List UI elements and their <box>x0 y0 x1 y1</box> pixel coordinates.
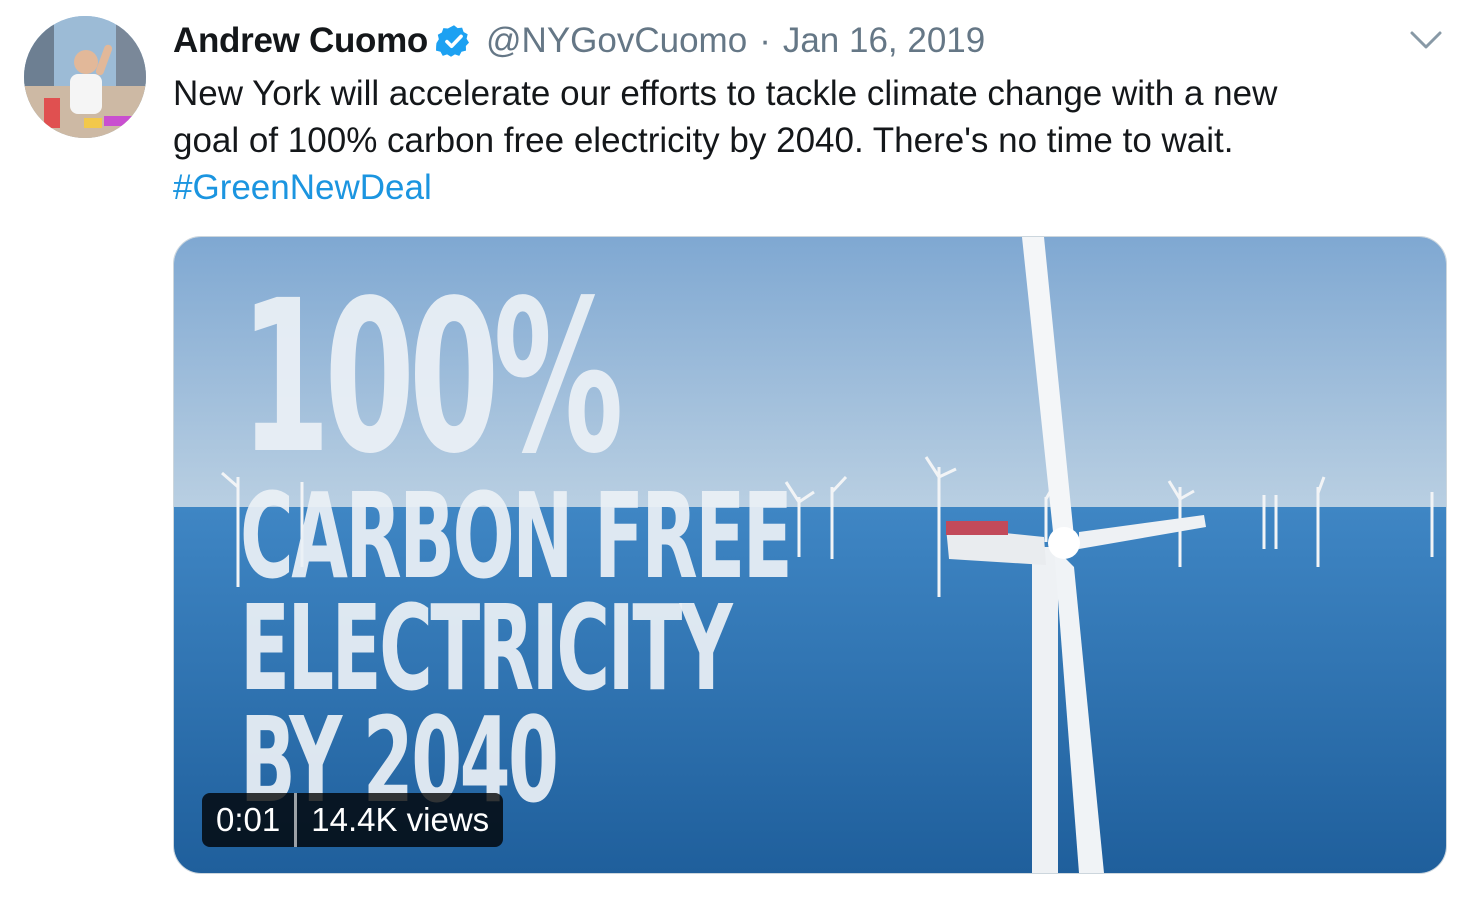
video-player[interactable]: 100% CARBON FREE ELECTRICITY BY 2040 0:0… <box>173 236 1447 874</box>
author-name[interactable]: Andrew Cuomo <box>173 21 428 61</box>
tweet-line-1: New York will accelerate our efforts to … <box>173 74 1278 113</box>
tweet-line-2: goal of 100% carbon free electricity by … <box>173 121 1234 160</box>
avatar[interactable] <box>24 16 146 138</box>
tweet-text: New York will accelerate our efforts to … <box>173 70 1433 211</box>
tweet-header: Andrew Cuomo @NYGovCuomo · Jan 16, 2019 <box>173 18 985 64</box>
video-info: 0:01 14.4K views <box>202 793 504 847</box>
verified-badge-icon <box>436 25 470 57</box>
separator-dot: · <box>759 21 771 60</box>
overlay-line-1: 100% <box>240 255 624 500</box>
hashtag-link[interactable]: #GreenNewDeal <box>173 168 432 207</box>
overlay-line-2: CARBON FREE <box>240 467 793 605</box>
video-overlay-text: 100% CARBON FREE ELECTRICITY BY 2040 <box>240 255 1140 820</box>
video-duration: 0:01 <box>202 793 298 847</box>
avatar-image <box>24 16 146 138</box>
author-handle[interactable]: @NYGovCuomo <box>486 21 747 61</box>
overlay-line-3: ELECTRICITY <box>240 579 733 717</box>
view-count: 14.4K views <box>297 793 504 847</box>
chevron-down-icon[interactable] <box>1408 26 1444 54</box>
tweet-date[interactable]: Jan 16, 2019 <box>783 21 985 61</box>
